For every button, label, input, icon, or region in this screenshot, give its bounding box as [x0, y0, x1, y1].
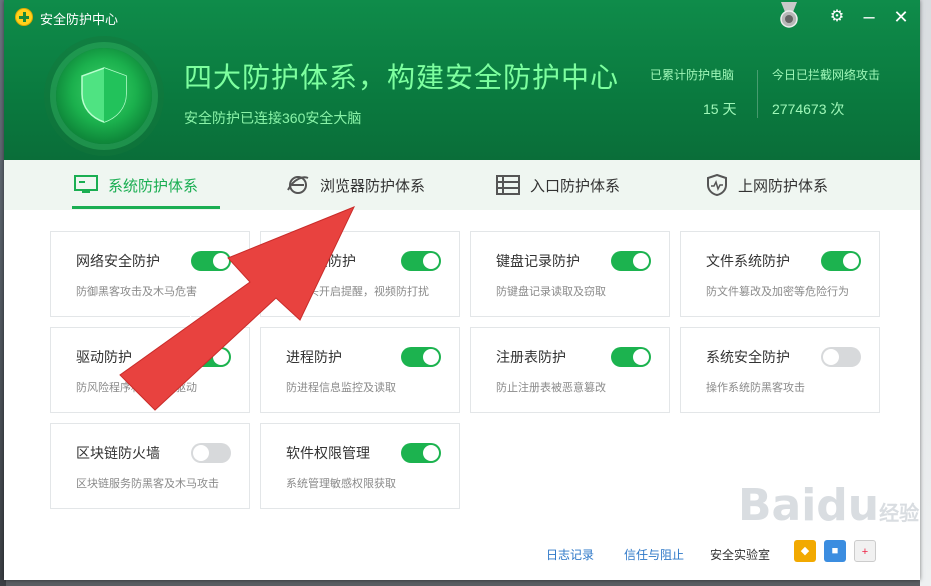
desktop-background-right [920, 0, 931, 586]
protection-card: 键盘记录防护防键盘记录读取及窃取 [470, 231, 670, 317]
hero-title: 四大防护体系，构建安全防护中心 [184, 62, 620, 93]
tab-label: 浏览器防护体系 [320, 177, 426, 195]
protection-card: 系统安全防护操作系统防黑客攻击 [680, 327, 880, 413]
entry-icon [496, 175, 520, 195]
card-description: 防止注册表被恶意篡改 [496, 382, 606, 394]
card-title: 进程防护 [286, 349, 342, 365]
tab-system-protection[interactable]: 系统防护体系 [74, 160, 198, 210]
card-description: 防御黑客攻击及木马危害 [76, 286, 197, 298]
browser-icon [287, 176, 309, 194]
protection-card: 区块链防火墙区块链服务防黑客及木马攻击 [50, 423, 250, 509]
hero-subtitle: 安全防护已连接360安全大脑 [184, 110, 362, 126]
card-title: 注册表防护 [496, 349, 566, 365]
header-banner: 安全防护中心 ⚙ – ✕ 四大防护体系，构建安全防护中心 安全防护已连接360安… [4, 0, 920, 160]
tab-browser-protection[interactable]: 浏览器防护体系 [286, 160, 425, 210]
card-description: 防进程信息监控及读取 [286, 382, 396, 394]
watermark-suffix: 经验 [879, 501, 920, 525]
shield-emblem [56, 48, 152, 144]
card-title: 驱动防护 [76, 349, 132, 365]
stat-value-attacks: 2774673 次 [772, 101, 845, 117]
stat-divider [757, 70, 758, 118]
protection-toggle[interactable] [611, 251, 651, 271]
card-description: 防风险程序私自安装驱动 [76, 382, 197, 394]
tab-internet-protection[interactable]: 上网防护体系 [706, 160, 828, 210]
protection-toggle[interactable] [401, 443, 441, 463]
trust-block-link[interactable]: 信任与阻止 [624, 546, 684, 563]
tab-label: 系统防护体系 [108, 177, 199, 195]
tab-label: 上网防护体系 [738, 177, 829, 195]
shield-icon [81, 67, 127, 123]
card-description: 操作系统防黑客攻击 [706, 382, 805, 394]
card-title: 区块链防火墙 [76, 445, 160, 461]
protection-toggle[interactable] [401, 347, 441, 367]
stat-label-days: 已累计防护电脑 [650, 68, 735, 82]
protection-card: 摄像头防护摄像头开启提醒，视频防打扰 [260, 231, 460, 317]
tab-entry-protection[interactable]: 入口防护体系 [496, 160, 620, 210]
protection-toggle[interactable] [401, 251, 441, 271]
protection-card: 进程防护防进程信息监控及读取 [260, 327, 460, 413]
card-description: 系统管理敏感权限获取 [286, 478, 396, 490]
close-icon[interactable]: ✕ [888, 4, 914, 30]
protection-card: 注册表防护防止注册表被恶意篡改 [470, 327, 670, 413]
security-lab-label[interactable]: 安全实验室 [710, 546, 770, 563]
tab-label: 入口防护体系 [530, 177, 621, 195]
protection-card: 软件权限管理系统管理敏感权限获取 [260, 423, 460, 509]
log-record-link[interactable]: 日志记录 [546, 546, 594, 563]
protection-card: 驱动防护防风险程序私自安装驱动 [50, 327, 250, 413]
app-logo-icon [15, 8, 33, 26]
card-title: 摄像头防护 [286, 253, 356, 269]
active-tab-indicator [72, 206, 220, 209]
network-shield-icon [707, 174, 727, 196]
protection-toggle[interactable] [821, 347, 861, 367]
card-title: 系统安全防护 [706, 349, 790, 365]
tab-bar: 系统防护体系 浏览器防护体系 入口防护体系 上网防护体系 [4, 160, 920, 210]
card-title: 网络安全防护 [76, 253, 160, 269]
minimize-icon[interactable]: – [856, 4, 882, 30]
card-title: 键盘记录防护 [496, 253, 580, 269]
medal-icon[interactable] [777, 2, 801, 30]
protection-card: 文件系统防护防文件篡改及加密等危险行为 [680, 231, 880, 317]
protection-toggle[interactable] [611, 347, 651, 367]
card-description: 防键盘记录读取及窃取 [496, 286, 606, 298]
lab-tool-icon-3[interactable]: + [854, 540, 876, 562]
lab-tool-icon-2[interactable]: ■ [824, 540, 846, 562]
window-title: 安全防护中心 [40, 12, 119, 27]
card-title: 文件系统防护 [706, 253, 790, 269]
title-bar: 安全防护中心 ⚙ – ✕ [4, 0, 920, 34]
card-title: 软件权限管理 [286, 445, 370, 461]
protection-toggle[interactable] [191, 443, 231, 463]
watermark-text: Baidu [738, 480, 880, 531]
monitor-icon [74, 175, 98, 193]
lab-tool-icon-1[interactable]: ◆ [794, 540, 816, 562]
card-description: 防文件篡改及加密等危险行为 [706, 286, 849, 298]
card-description: 区块链服务防黑客及木马攻击 [76, 478, 219, 490]
stat-value-days: 15 天 [703, 101, 737, 117]
settings-gear-icon[interactable]: ⚙ [824, 4, 850, 30]
protection-toggle[interactable] [821, 251, 861, 271]
card-description: 摄像头开启提醒，视频防打扰 [286, 286, 429, 298]
stat-label-attacks: 今日已拦截网络攻击 [772, 68, 881, 82]
protection-toggle[interactable] [191, 347, 231, 367]
baidu-watermark: Baidu经验 [738, 480, 919, 531]
